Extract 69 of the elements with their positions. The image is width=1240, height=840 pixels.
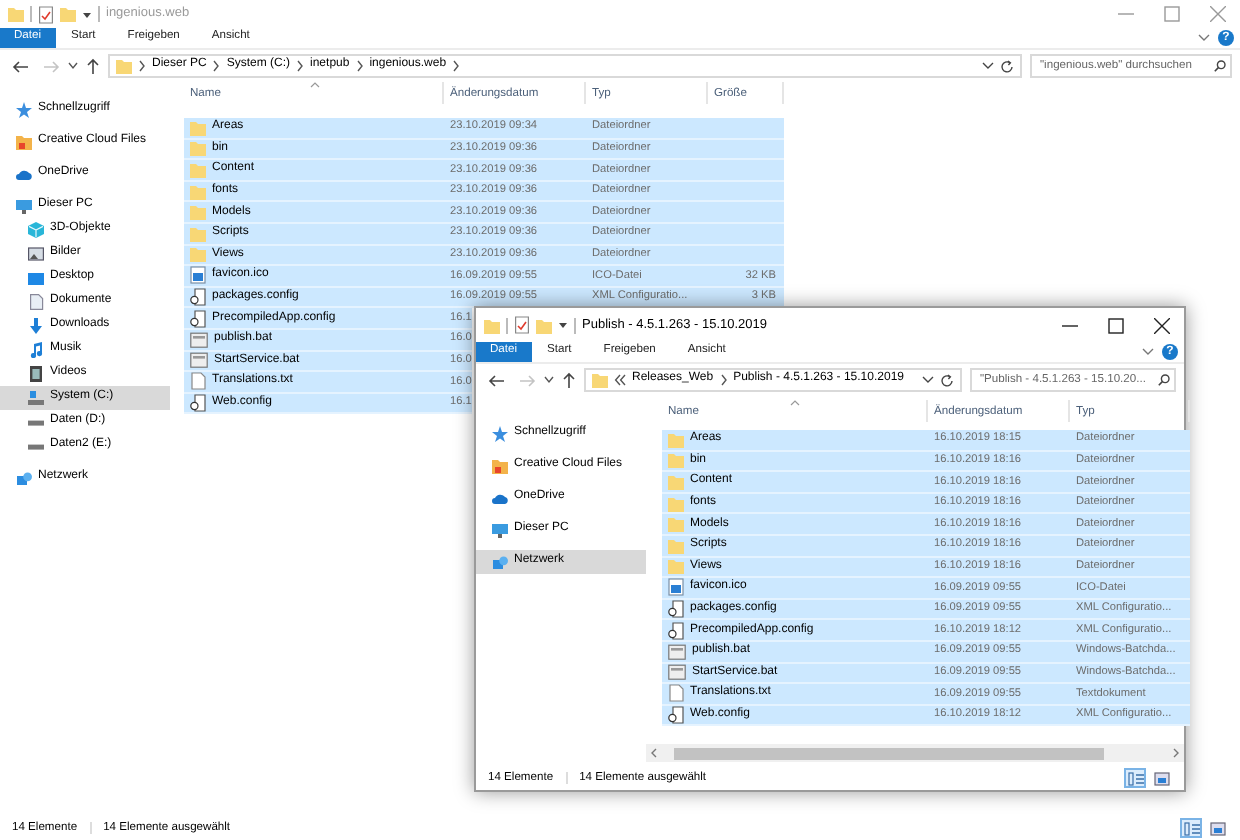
text-file-icon <box>668 684 684 703</box>
folder-icon <box>8 6 24 22</box>
scroll-right-icon <box>1172 748 1180 758</box>
thumbnail-view-button[interactable] <box>1206 818 1228 838</box>
drive-icon <box>28 443 44 449</box>
details-view-button[interactable] <box>1124 768 1146 788</box>
refresh-icon <box>1000 59 1014 73</box>
config-file-icon <box>190 394 206 413</box>
scrollbar-thumb[interactable] <box>674 747 1104 759</box>
back-arrow-icon <box>488 373 504 387</box>
scroll-left-icon <box>650 748 658 758</box>
computer-icon <box>492 522 508 538</box>
drive-icon <box>28 390 44 406</box>
music-note-icon <box>28 342 44 358</box>
image-icon <box>28 246 44 262</box>
cloud-icon <box>16 168 32 180</box>
recent-dropdown-icon <box>68 62 78 70</box>
dropdown-icon <box>982 62 994 70</box>
search-icon <box>1158 374 1170 386</box>
chevron-icon <box>719 374 728 386</box>
chevron-icon <box>355 60 364 72</box>
cloud-icon <box>492 492 508 504</box>
desktop-icon <box>28 271 44 285</box>
close-button[interactable] <box>1153 317 1169 333</box>
folder-icon <box>484 317 500 333</box>
recent-dropdown-icon <box>544 376 554 384</box>
expand-ribbon-icon <box>1142 348 1154 356</box>
batch-file-icon <box>190 352 208 369</box>
expand-ribbon-icon <box>1198 34 1210 42</box>
star-icon <box>16 102 32 118</box>
up-arrow-icon <box>562 372 576 388</box>
back-arrow-icon <box>12 59 28 73</box>
folder-icon <box>116 58 132 74</box>
batch-file-icon <box>190 331 208 348</box>
folder-icon <box>592 372 608 388</box>
thumbnail-view-button[interactable] <box>1150 768 1172 788</box>
cube-icon <box>28 222 44 238</box>
document-icon <box>28 294 44 310</box>
search-icon <box>1214 60 1226 72</box>
properties-icon <box>514 316 530 334</box>
star-icon <box>492 426 508 442</box>
details-view-button[interactable] <box>1180 818 1202 838</box>
chevron-icon <box>296 60 305 72</box>
dropdown-icon <box>558 320 568 330</box>
dropdown-icon <box>82 9 92 19</box>
batch-file-icon <box>668 643 686 660</box>
maximize-button[interactable] <box>1107 317 1123 333</box>
computer-icon <box>16 198 32 214</box>
properties-icon <box>38 5 54 23</box>
chevron-icon <box>452 60 461 72</box>
folder-icon <box>492 458 508 474</box>
horizontal-scrollbar[interactable] <box>646 744 1184 762</box>
network-icon <box>492 555 508 569</box>
image-file-icon <box>668 578 684 597</box>
download-icon <box>28 318 44 334</box>
folder-icon <box>16 134 32 150</box>
image-file-icon <box>190 266 206 285</box>
config-file-icon <box>668 706 684 725</box>
batch-file-icon <box>668 664 686 681</box>
film-icon <box>28 366 44 382</box>
new-folder-icon <box>60 6 76 22</box>
text-file-icon <box>190 372 206 391</box>
network-icon <box>16 471 32 485</box>
new-folder-icon <box>536 317 552 333</box>
drive-icon <box>28 419 44 425</box>
chevron-icon <box>212 60 221 72</box>
refresh-icon <box>940 373 954 387</box>
up-arrow-icon <box>86 58 100 74</box>
dropdown-icon <box>922 376 934 384</box>
